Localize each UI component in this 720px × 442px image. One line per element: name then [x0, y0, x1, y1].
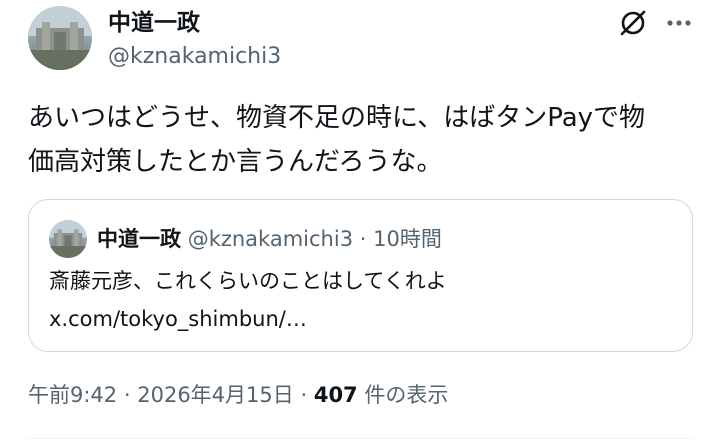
author-display-name[interactable]: 中道一政: [108, 8, 200, 38]
more-icon[interactable]: [662, 6, 696, 40]
quote-header: 中道一政 @kznakamichi3 · 10時間: [97, 224, 442, 254]
avatar-image: [28, 6, 92, 70]
author-handle[interactable]: @kznakamichi3: [108, 42, 281, 72]
tweet-text-line: あいつはどうせ、物資不足の時に、はばタンPayで物: [28, 103, 646, 133]
tweet-text-line: 価高対策したとか言うんだろうな。: [28, 147, 443, 177]
tweet: 中道一政 @kznakamichi3 あいつはどうせ、物資不足の時に、はばタンP…: [0, 0, 720, 442]
divider: [28, 438, 693, 439]
meta-separator: ·: [300, 383, 308, 407]
quote-text: 斎藤元彦、これくらいのことはしてくれよ: [49, 269, 447, 293]
views-count: 407: [313, 383, 358, 407]
quote-avatar-image: [49, 220, 87, 258]
quote-link[interactable]: x.com/tokyo_shimbun/…: [49, 304, 307, 334]
tweet-meta: 午前9:42 · 2026年4月15日 · 407 件の表示: [28, 380, 448, 410]
quote-tweet-card[interactable]: 中道一政 @kznakamichi3 · 10時間 斎藤元彦、これくらいのことは…: [28, 199, 693, 352]
avatar[interactable]: [28, 6, 92, 70]
grok-icon[interactable]: [616, 6, 650, 40]
quote-avatar[interactable]: [49, 220, 87, 258]
tweet-time[interactable]: 午前9:42: [28, 383, 117, 407]
tweet-date[interactable]: 2026年4月15日: [137, 383, 294, 407]
quote-display-name[interactable]: 中道一政: [97, 227, 181, 251]
views-label: 件の表示: [364, 383, 449, 407]
meta-separator: ·: [123, 383, 131, 407]
tweet-text: あいつはどうせ、物資不足の時に、はばタンPayで物 価高対策したとか言うんだろう…: [28, 96, 700, 184]
quote-separator: ·: [359, 227, 367, 251]
quote-handle[interactable]: @kznakamichi3: [188, 227, 353, 251]
quote-time[interactable]: 10時間: [373, 227, 442, 251]
